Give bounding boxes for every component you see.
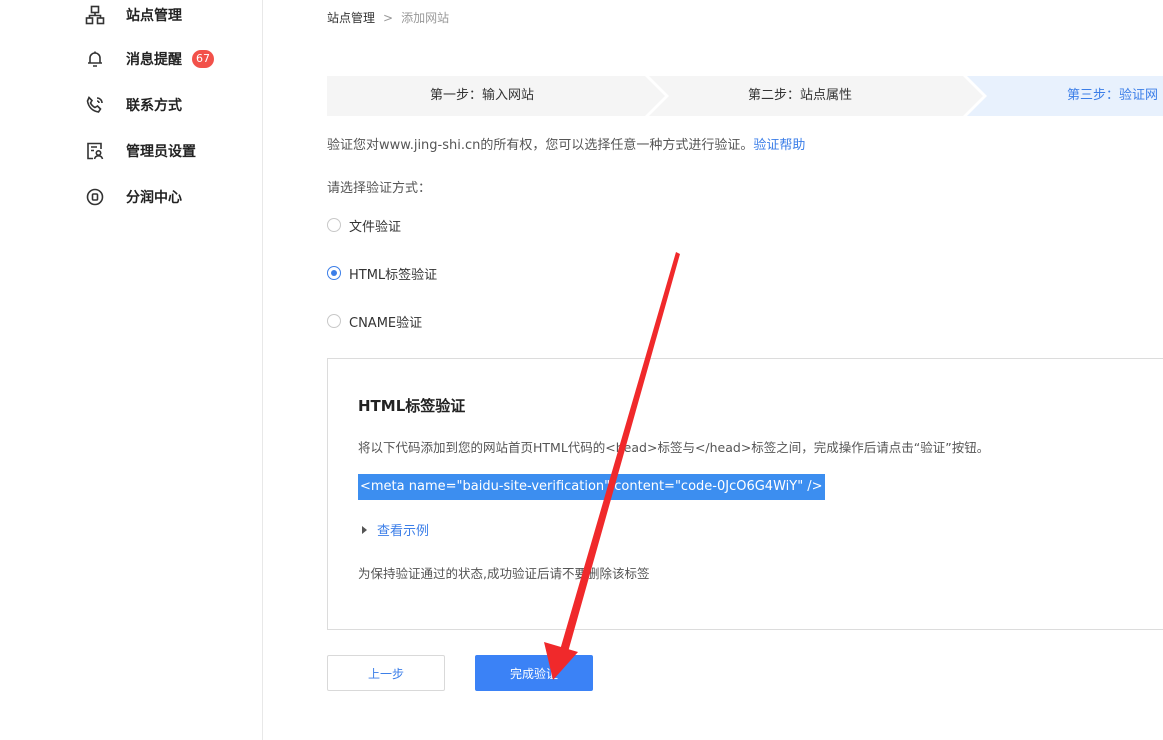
page-root: 站点管理 消息提醒 67 联系方式 管理员设置 分润中心 站点管理 > 添加网站… <box>0 0 1163 740</box>
coin-icon <box>84 186 106 208</box>
view-example-label: 查看示例 <box>377 524 430 539</box>
method-cname-option[interactable]: CNAME验证 <box>327 311 422 331</box>
method-file-option[interactable]: 文件验证 <box>327 215 401 235</box>
choose-method-label: 请选择验证方式： <box>327 181 432 196</box>
breadcrumb: 站点管理 > 添加网站 <box>327 9 449 26</box>
method-html-tag-option[interactable]: HTML标签验证 <box>327 263 437 283</box>
sidebar: 站点管理 消息提醒 67 联系方式 管理员设置 分润中心 <box>0 0 263 740</box>
verification-help-link[interactable]: 验证帮助 <box>753 138 805 153</box>
radio-button-selected[interactable] <box>327 266 341 280</box>
html-tag-panel: HTML标签验证 将以下代码添加到您的网站首页HTML代码的<head>标签与<… <box>327 358 1163 630</box>
verification-code[interactable]: <meta name="baidu-site-verification" con… <box>358 474 825 500</box>
method-label: CNAME验证 <box>349 315 423 331</box>
breadcrumb-current: 添加网站 <box>401 11 450 25</box>
method-label: 文件验证 <box>349 219 402 235</box>
method-label: HTML标签验证 <box>349 267 438 283</box>
bell-icon <box>84 48 106 70</box>
previous-step-button[interactable]: 上一步 <box>327 655 445 691</box>
verification-description: 验证您对www.jing-shi.cn的所有权，您可以选择任意一种方式进行验证。… <box>327 134 805 153</box>
step-2: 第二步：站点属性 <box>748 88 853 103</box>
complete-verification-button[interactable]: 完成验证 <box>475 655 593 691</box>
sitemap-icon <box>84 4 106 26</box>
step-indicator: 第一步：输入网站 第二步：站点属性 第三步：验证网 <box>327 76 1163 116</box>
sidebar-item-notifications[interactable]: 消息提醒 67 <box>84 44 214 74</box>
phone-icon <box>84 94 106 116</box>
chevron-right-icon: > <box>383 10 394 25</box>
panel-description: 将以下代码添加到您的网站首页HTML代码的<head>标签与</head>标签之… <box>358 440 990 455</box>
sidebar-item-admin-settings[interactable]: 管理员设置 <box>84 136 196 166</box>
view-example-toggle[interactable]: 查看示例 <box>362 520 429 539</box>
sidebar-item-label: 分润中心 <box>126 190 182 206</box>
step-1: 第一步：输入网站 <box>430 88 535 103</box>
step-3-active: 第三步：验证网 <box>1067 88 1159 103</box>
panel-title: HTML标签验证 <box>358 397 466 415</box>
caret-right-icon <box>362 525 367 534</box>
radio-button[interactable] <box>327 314 341 328</box>
sidebar-item-site-management[interactable]: 站点管理 <box>84 0 182 30</box>
panel-note: 为保持验证通过的状态,成功验证后请不要删除该标签 <box>358 566 650 581</box>
sidebar-item-label: 消息提醒 <box>126 52 182 68</box>
breadcrumb-root[interactable]: 站点管理 <box>327 9 375 26</box>
sidebar-item-contact[interactable]: 联系方式 <box>84 90 182 120</box>
sidebar-item-label: 站点管理 <box>126 8 182 24</box>
sidebar-item-label: 联系方式 <box>126 98 182 114</box>
notification-count-badge: 67 <box>192 50 214 68</box>
description-text: 验证您对www.jing-shi.cn的所有权，您可以选择任意一种方式进行验证。 <box>327 138 754 153</box>
radio-button[interactable] <box>327 218 341 232</box>
sidebar-item-label: 管理员设置 <box>126 144 196 160</box>
sidebar-item-profit-center[interactable]: 分润中心 <box>84 182 182 212</box>
admin-user-icon <box>84 140 106 162</box>
